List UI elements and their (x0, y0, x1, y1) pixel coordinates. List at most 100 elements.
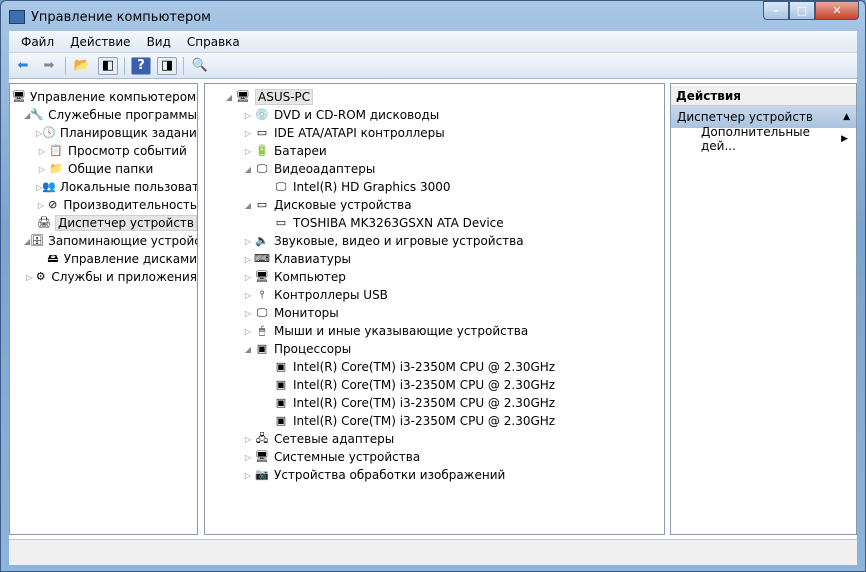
display-adapter-icon: 🖵 (275, 180, 287, 193)
tree-item[interactable]: 🖴 Управление дисками (10, 250, 197, 268)
tree-item-label: Сетевые адаптеры (274, 432, 395, 446)
maximize-button[interactable]: □ (789, 1, 815, 20)
processor-icon: ▣ (275, 396, 287, 409)
tree-item[interactable]: 🖥 Управление компьютером (л (10, 88, 197, 106)
computer-management-icon: 🖥 (12, 90, 26, 103)
tree-item[interactable]: ▷ ⫯ Контроллеры USB (205, 286, 664, 304)
status-bar (9, 539, 857, 565)
tree-item[interactable]: ▷ 📋 Просмотр событий (10, 142, 197, 160)
expand-arrow-icon[interactable]: ▷ (242, 471, 254, 480)
more-actions-item[interactable]: Дополнительные дей... ▶ (671, 125, 856, 153)
collapse-arrow-icon[interactable]: ◢ (242, 345, 254, 354)
tree-item[interactable]: ▷ ⊘ Производительность (10, 196, 197, 214)
expand-arrow-icon[interactable]: ▷ (36, 201, 46, 210)
tree-item[interactable]: ◢ 🖥 ASUS-PC (205, 88, 664, 106)
close-button[interactable]: ✕ (815, 1, 859, 20)
tree-item[interactable]: ▷ 🔈 Звуковые, видео и игровые устройства (205, 232, 664, 250)
app-icon (9, 10, 25, 24)
tree-item-label: Процессоры (274, 342, 352, 356)
show-hide-tree-icon[interactable]: ◧ (98, 56, 118, 75)
collapse-arrow-icon[interactable]: ◢ (223, 93, 235, 102)
tree-item[interactable]: ▷ ⚙ Службы и приложения (10, 268, 197, 286)
console-tree: 🖥 Управление компьютером (л ◢ 🔧 Служебные пр… (9, 83, 198, 535)
tree-item[interactable]: ▣ Intel(R) Core(TM) i3-2350M CPU @ 2.30GH… (205, 394, 664, 412)
actions-pane: Действия Диспетчер устройств ▲ Дополните… (670, 83, 857, 535)
disk-icon: ▭ (275, 216, 287, 229)
menu-help[interactable]: Справка (179, 35, 248, 49)
network-icon: 🖧 (255, 432, 269, 445)
tree-item-label: Intel(R) Core(TM) i3-2350M CPU @ 2.30GHz (293, 414, 556, 428)
tree-item[interactable]: ▷ 🕓 Планировщик заданий (10, 124, 197, 142)
tree-item[interactable]: 🖵 Intel(R) HD Graphics 3000 (205, 178, 664, 196)
battery-icon: 🔋 (255, 144, 269, 157)
tree-item[interactable]: ▷ 🖵 Мониторы (205, 304, 664, 322)
scan-hardware-icon[interactable]: 🔍 (190, 57, 210, 75)
minimize-button[interactable]: – (763, 1, 789, 20)
tree-item[interactable]: ▣ Intel(R) Core(TM) i3-2350M CPU @ 2.30GH… (205, 412, 664, 430)
tree-item[interactable]: ▷ 📷 Устройства обработки изображений (205, 466, 664, 484)
usb-icon: ⫯ (259, 288, 265, 301)
processor-icon: ▣ (275, 360, 287, 373)
toolbar-separator (65, 56, 66, 75)
tree-item[interactable]: ▷ ⌨ Клавиатуры (205, 250, 664, 268)
expand-arrow-icon[interactable]: ▷ (242, 255, 254, 264)
tree-item[interactable]: ▷ ▭ IDE ATA/ATAPI контроллеры (205, 124, 664, 142)
performance-icon: ⊘ (48, 198, 58, 211)
collapse-arrow-icon[interactable]: ◢ (242, 165, 254, 174)
expand-arrow-icon[interactable]: ▷ (36, 165, 48, 174)
menu-file[interactable]: Файл (13, 35, 62, 49)
menu-view[interactable]: Вид (139, 35, 179, 49)
help-icon[interactable]: ? (131, 56, 151, 75)
tree-item[interactable]: ▷ 🖥 Компьютер (205, 268, 664, 286)
tree-item[interactable]: ◢ ▣ Процессоры (205, 340, 664, 358)
tree-item[interactable]: ▷ 📁 Общие папки (10, 160, 197, 178)
dvd-icon: 💿 (255, 108, 269, 121)
expand-arrow-icon[interactable]: ▷ (242, 237, 254, 246)
tree-item[interactable]: ◢ 🗄 Запоминающие устройст (10, 232, 197, 250)
collapse-arrow-icon[interactable]: ◢ (242, 201, 254, 210)
menu-action[interactable]: Действие (62, 35, 138, 49)
expand-arrow-icon[interactable]: ▷ (242, 309, 254, 318)
clock-icon: 🕓 (42, 126, 56, 139)
ide-icon: ▭ (256, 126, 268, 139)
tree-item[interactable]: ▷ 👥 Локальные пользовате (10, 178, 197, 196)
monitor-icon: 🖵 (256, 306, 268, 319)
expand-arrow-icon[interactable]: ▷ (24, 273, 34, 282)
tree-item-label: Intel(R) HD Graphics 3000 (293, 180, 451, 194)
expand-arrow-icon[interactable]: ▷ (242, 273, 254, 282)
tree-item-label: TOSHIBA MK3263GSXN ATA Device (293, 216, 504, 230)
tree-item[interactable]: ◢ 🖵 Видеоадаптеры (205, 160, 664, 178)
tree-item[interactable]: ▷ 🖧 Сетевые адаптеры (205, 430, 664, 448)
tree-item-label: Видеоадаптеры (274, 162, 376, 176)
device-manager-icon: 🖨 (37, 216, 51, 229)
expand-arrow-icon[interactable]: ▷ (242, 453, 254, 462)
tree-item[interactable]: ▭ TOSHIBA MK3263GSXN ATA Device (205, 214, 664, 232)
expand-arrow-icon[interactable]: ▷ (242, 129, 254, 138)
show-hide-action-pane-icon[interactable]: ◨ (157, 56, 177, 75)
tree-item-label: Запоминающие устройст (48, 234, 198, 248)
back-icon[interactable]: ⬅ (13, 57, 33, 75)
expand-arrow-icon[interactable]: ▷ (242, 327, 254, 336)
tree-item-label: Клавиатуры (274, 252, 351, 266)
tree-item[interactable]: ◢ ▭ Дисковые устройства (205, 196, 664, 214)
up-folder-icon[interactable]: 📂 (72, 57, 92, 75)
expand-arrow-icon[interactable]: ▷ (36, 147, 48, 156)
expand-arrow-icon[interactable]: ▷ (242, 291, 254, 300)
tree-item[interactable]: ▷ 🔋 Батареи (205, 142, 664, 160)
tree-item[interactable]: ▷ 🖥 Системные устройства (205, 448, 664, 466)
expand-arrow-icon[interactable]: ▷ (242, 111, 254, 120)
tree-item-label: Устройства обработки изображений (274, 468, 506, 482)
tree-item[interactable]: ▷ 💿 DVD и CD-ROM дисководы (205, 106, 664, 124)
forward-icon[interactable]: ➡ (39, 57, 59, 75)
tree-item-label: Управление компьютером (л (29, 90, 198, 104)
toolbar-separator (183, 56, 184, 75)
collapse-icon[interactable]: ▲ (843, 112, 850, 122)
tree-item[interactable]: ◢ 🔧 Служебные программы (10, 106, 197, 124)
disk-icon: ▭ (256, 198, 268, 211)
tree-item[interactable]: ▣ Intel(R) Core(TM) i3-2350M CPU @ 2.30GH… (205, 376, 664, 394)
tree-item[interactable]: 🖨 Диспетчер устройств (10, 214, 197, 232)
tree-item[interactable]: ▣ Intel(R) Core(TM) i3-2350M CPU @ 2.30GH… (205, 358, 664, 376)
tree-item[interactable]: ▷ 🖱 Мыши и иные указывающие устройства (205, 322, 664, 340)
expand-arrow-icon[interactable]: ▷ (242, 147, 254, 156)
expand-arrow-icon[interactable]: ▷ (242, 435, 254, 444)
